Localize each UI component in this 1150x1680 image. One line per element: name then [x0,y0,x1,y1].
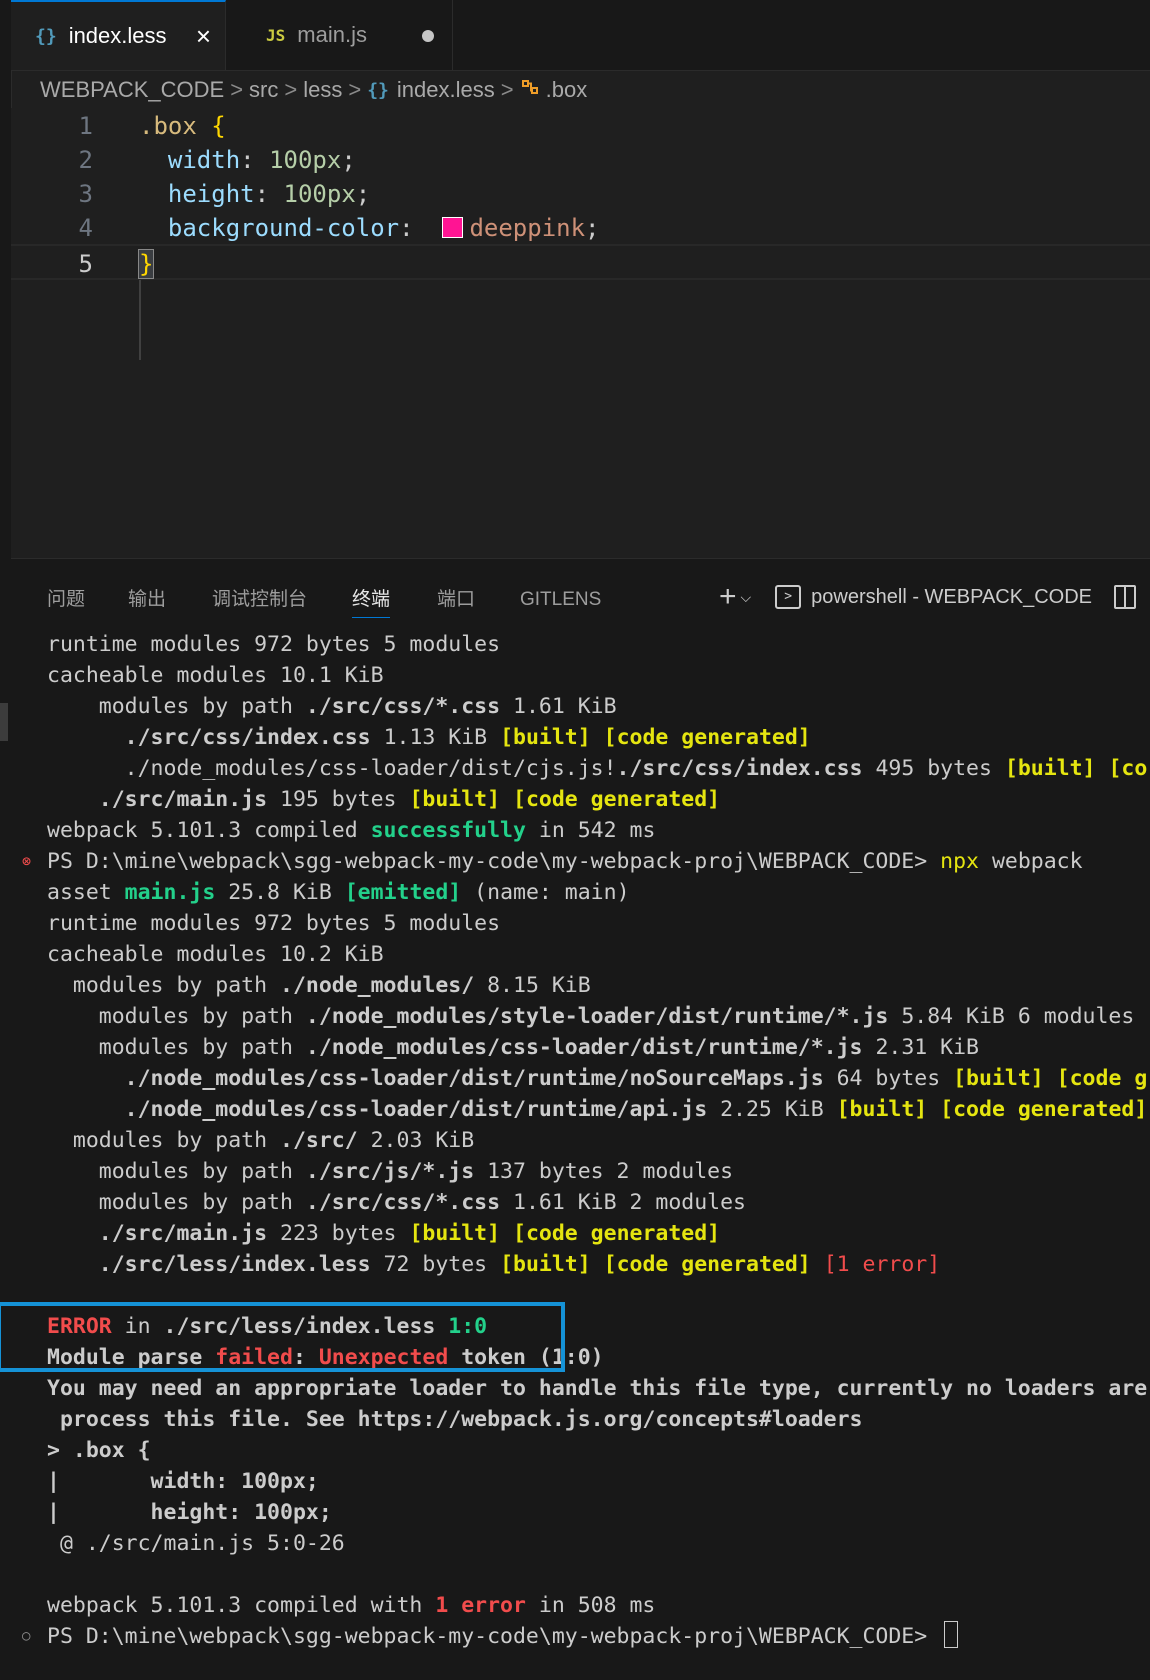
terminal-line: ./node_modules/css-loader/dist/runtime/n… [124,1066,1148,1091]
bottom-panel: 问题 输出 调试控制台 终端 端口 GITLENS + ⌵ > powershe… [11,558,1150,1680]
tab-label: index.less [68,23,167,48]
terminal-line: modules by path ./src/js/*.js 137 bytes … [47,1159,734,1184]
line-number: 4 [78,214,93,242]
close-icon[interactable]: × [196,21,211,52]
code-line-3: 3 height: 100px; [11,176,1150,212]
code-line-5: 5 } [11,244,1150,280]
breadcrumb-item-less[interactable]: less [303,77,342,103]
terminal-line: webpack 5.101.3 compiled successfully in… [47,818,656,843]
symbol-class-icon [520,77,540,103]
terminal-prompt: PS D:\mine\webpack\sgg-webpack-my-code\m… [47,1621,959,1652]
line-number: 1 [78,112,93,140]
chevron-right-icon: > [500,77,514,102]
tab-index-less[interactable]: {} index.less × [11,0,226,70]
terminal-instance-label[interactable]: powershell - WEBPACK_CODE [811,586,1092,609]
split-terminal-icon[interactable] [1114,585,1136,609]
terminal-line: process this file. See https://webpack.j… [47,1407,863,1432]
terminal-line: > .box { [47,1438,151,1463]
less-file-icon: {} [35,25,57,47]
color-swatch[interactable] [442,217,464,238]
terminal-line: webpack 5.101.3 compiled with 1 error in… [47,1593,656,1618]
chevron-right-icon: > [348,77,362,102]
terminal-line: cacheable modules 10.1 KiB [47,663,384,688]
breadcrumb-item-symbol[interactable]: .box [546,77,588,103]
breadcrumb-item-file[interactable]: index.less [397,77,495,103]
terminal-line: asset main.js 25.8 KiB [emitted] (name: … [47,880,630,905]
terminal-line: runtime modules 972 bytes 5 modules [47,632,501,657]
terminal-line: cacheable modules 10.2 KiB [47,942,384,967]
panel-actions: + ⌵ > powershell - WEBPACK_CODE [719,579,1150,615]
line-number: 5 [78,250,93,278]
tab-debug-console[interactable]: 调试控制台 [212,583,307,617]
terminal-line: modules by path ./src/ 2.03 KiB [47,1128,475,1153]
terminal-line: You may need an appropriate loader to ha… [47,1376,1148,1401]
css-value: 100px [269,146,342,174]
terminal-line: | width: 100px; [47,1469,319,1494]
terminal-line: ./src/css/index.css 1.13 KiB [built] [co… [124,725,811,750]
panel-tab-bar: 问题 输出 调试控制台 终端 端口 GITLENS + ⌵ > powershe… [11,559,1150,629]
tab-output[interactable]: 输出 [128,583,166,617]
breadcrumb-item-root[interactable]: WEBPACK_CODE [40,77,224,103]
tab-label: main.js [297,22,367,47]
code-line-2: 2 width: 100px; [11,142,1150,178]
css-property: background-color [167,214,400,242]
tab-terminal[interactable]: 终端 [352,583,391,618]
terminal-icon: > [775,585,802,609]
css-property: width [167,146,241,174]
less-file-icon: {} [367,79,389,101]
line-number: 3 [78,180,93,208]
css-property: height [167,180,255,208]
chevron-right-icon: > [230,77,244,102]
error-highlight-box [0,1302,565,1372]
line-number: 2 [78,146,93,174]
tab-ports[interactable]: 端口 [437,583,475,617]
terminal-line: runtime modules 972 bytes 5 modules [47,911,501,936]
terminal-output[interactable]: runtime modules 972 bytes 5 modules cach… [11,629,1150,1649]
tab-gitlens[interactable]: GITLENS [520,583,601,617]
unsaved-dot-icon[interactable] [422,30,434,42]
terminal-line: ./src/less/index.less 72 bytes [built] [… [98,1252,941,1277]
terminal-prompt: PS D:\mine\webpack\sgg-webpack-my-code\m… [47,849,1083,874]
terminal-line: modules by path ./src/css/*.css 1.61 KiB [47,694,617,719]
terminal-line: | height: 100px; [47,1500,332,1525]
scroll-marker [0,703,8,741]
terminal-line: ./src/main.js 195 bytes [built] [code ge… [98,787,721,812]
tab-problems[interactable]: 问题 [47,583,85,617]
idle-status-icon[interactable]: ○ [22,1621,30,1652]
editor-tab-bar: {} index.less × JS main.js [11,0,1150,71]
terminal-line: modules by path ./node_modules/style-loa… [47,1004,1135,1029]
close-brace: } [137,249,155,279]
text-cursor [944,1621,959,1648]
terminal-line: modules by path ./src/css/*.css 1.61 KiB… [47,1190,747,1215]
code-line-4: 4 background-color: deeppink; [11,210,1150,246]
breadcrumb: WEBPACK_CODE > src > less > {} index.les… [40,72,587,108]
css-value: 100px [283,180,356,208]
error-status-icon[interactable]: ⊗ [22,846,31,877]
terminal-line: modules by path ./node_modules/ 8.15 KiB [47,973,591,998]
terminal-line: ./node_modules/css-loader/dist/cjs.js!./… [47,756,1148,781]
terminal-line: modules by path ./node_modules/css-loade… [47,1035,979,1060]
terminal-line: ./node_modules/css-loader/dist/runtime/a… [124,1097,1148,1122]
chevron-right-icon: > [284,77,298,102]
tab-main-js[interactable]: JS main.js [226,0,453,70]
css-selector: .box [139,112,197,140]
chevron-down-icon[interactable]: ⌵ [741,589,752,606]
js-file-icon: JS [266,25,286,45]
open-brace: { [211,112,226,140]
new-terminal-icon[interactable]: + [719,580,737,614]
breadcrumb-item-src[interactable]: src [249,77,278,103]
terminal-line: @ ./src/main.js 5:0-26 [47,1531,345,1556]
code-editor[interactable]: 1 .box { 2 width: 100px; 3 height: 100px… [11,108,1150,558]
css-value: deeppink [469,214,586,242]
terminal-line: ./src/main.js 223 bytes [built] [code ge… [98,1221,721,1246]
code-line-1: 1 .box { [11,108,1150,144]
